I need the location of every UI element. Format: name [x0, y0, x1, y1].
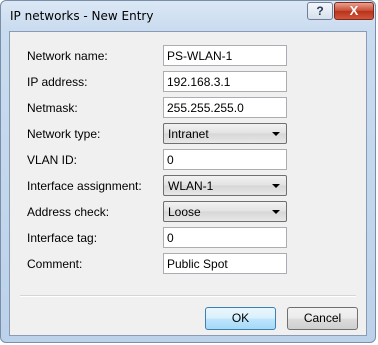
ip-address-label: IP address:: [27, 75, 88, 89]
netmask-label: Netmask:: [27, 101, 78, 115]
vlan-id-row: VLAN ID: 0: [10, 149, 366, 171]
form-panel: Network name: PS-WLAN-1 IP address: 192.…: [9, 31, 367, 336]
divider: [20, 295, 356, 297]
vlan-id-field[interactable]: 0: [163, 149, 287, 170]
vlan-id-label: VLAN ID:: [27, 153, 78, 167]
ip-address-row: IP address: 192.168.3.1: [10, 71, 366, 93]
comment-label: Comment:: [27, 257, 83, 271]
title-bar[interactable]: IP networks - New Entry ? X: [1, 1, 375, 31]
network-name-row: Network name: PS-WLAN-1: [10, 45, 366, 67]
network-type-value: Intranet: [168, 127, 209, 141]
network-type-select[interactable]: Intranet: [163, 123, 287, 144]
help-button[interactable]: ?: [307, 2, 333, 20]
chevron-down-icon: [272, 210, 280, 214]
close-button[interactable]: X: [334, 2, 374, 20]
address-check-row: Address check: Loose: [10, 201, 366, 223]
ip-address-field[interactable]: 192.168.3.1: [163, 71, 287, 92]
cancel-button[interactable]: Cancel: [287, 307, 358, 330]
chevron-down-icon: [272, 184, 280, 188]
address-check-label: Address check:: [27, 205, 110, 219]
address-check-value: Loose: [168, 205, 201, 219]
interface-assignment-row: Interface assignment: WLAN-1: [10, 175, 366, 197]
interface-assignment-value: WLAN-1: [168, 179, 214, 193]
network-name-field[interactable]: PS-WLAN-1: [163, 45, 287, 66]
address-check-select[interactable]: Loose: [163, 201, 287, 222]
network-type-row: Network type: Intranet: [10, 123, 366, 145]
netmask-field[interactable]: 255.255.255.0: [163, 97, 287, 118]
comment-field[interactable]: Public Spot: [163, 253, 287, 274]
interface-tag-field[interactable]: 0: [163, 227, 287, 248]
window-title: IP networks - New Entry: [10, 9, 154, 23]
chevron-down-icon: [272, 132, 280, 136]
interface-tag-label: Interface tag:: [27, 231, 98, 245]
interface-assignment-label: Interface assignment:: [27, 179, 142, 193]
netmask-row: Netmask: 255.255.255.0: [10, 97, 366, 119]
comment-row: Comment: Public Spot: [10, 253, 366, 275]
interface-assignment-select[interactable]: WLAN-1: [163, 175, 287, 196]
interface-tag-row: Interface tag: 0: [10, 227, 366, 249]
network-type-label: Network type:: [27, 127, 101, 141]
dialog-window: IP networks - New Entry ? X Network name…: [0, 0, 376, 343]
ok-button[interactable]: OK: [205, 307, 276, 330]
network-name-label: Network name:: [27, 49, 108, 63]
